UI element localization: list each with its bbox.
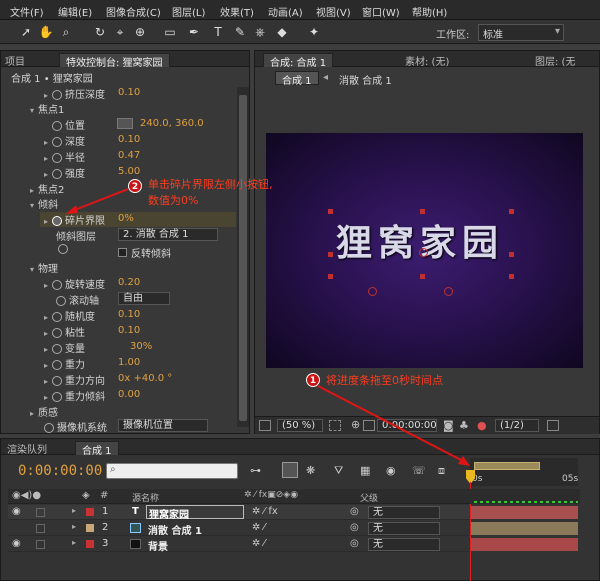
callout-1-arrowhead — [458, 456, 470, 466]
callout-1-arrow — [317, 385, 466, 463]
callout-2-arrowhead — [66, 205, 78, 214]
callout-2-arrow — [71, 188, 129, 212]
annotation-arrows — [66, 188, 470, 466]
